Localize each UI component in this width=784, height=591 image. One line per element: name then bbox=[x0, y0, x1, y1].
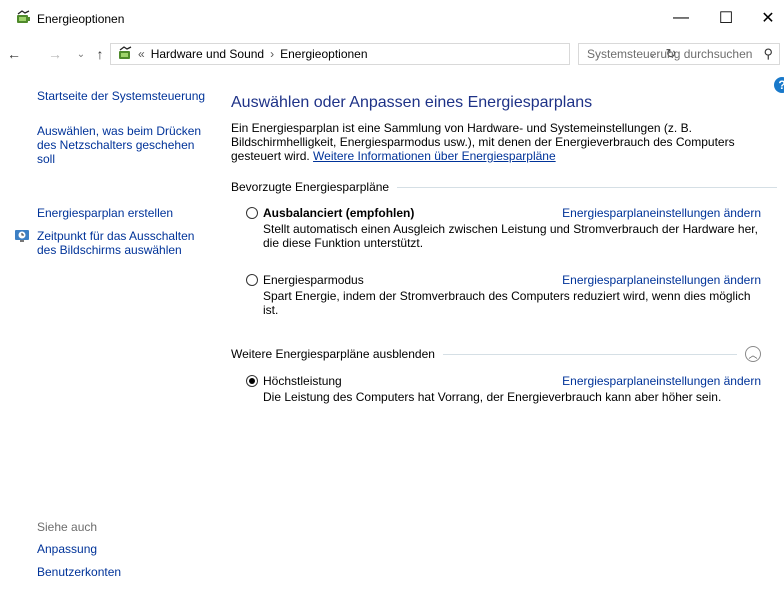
plan-power-saver-name[interactable]: Energiesparmodus bbox=[263, 273, 364, 287]
plan-balanced-description: Stellt automatisch einen Ausgleich zwisc… bbox=[263, 222, 758, 250]
power-options-icon bbox=[17, 10, 30, 23]
plan-power-saver-description: Spart Energie, indem der Stromverbrauch … bbox=[263, 289, 751, 317]
preferred-plans-header: Bevorzugte Energiesparpläne bbox=[231, 180, 777, 194]
breadcrumb-hardware-sound[interactable]: Hardware und Sound bbox=[151, 47, 264, 61]
plan-high-performance-settings-link[interactable]: Energiesparplaneinstellungen ändern bbox=[562, 374, 761, 388]
recent-locations-chevron-icon[interactable]: ⌄ bbox=[72, 44, 90, 64]
more-plans-header: Weitere Energiesparpläne ausblenden ︿ bbox=[231, 346, 761, 362]
up-button[interactable]: ↑ bbox=[91, 44, 109, 64]
back-button[interactable]: ← bbox=[5, 44, 23, 64]
plan-power-saver-radio[interactable] bbox=[246, 274, 258, 286]
plan-high-performance-description: Die Leistung des Computers hat Vorrang, … bbox=[263, 390, 722, 404]
sidebar-link-power-button[interactable]: Auswählen, was beim Drücken des Netzscha… bbox=[37, 124, 209, 166]
breadcrumb-overflow[interactable]: « bbox=[138, 47, 145, 61]
forward-button[interactable]: → bbox=[46, 44, 64, 64]
more-plans-label[interactable]: Weitere Energiesparpläne ausblenden bbox=[231, 347, 435, 361]
see-also-heading: Siehe auch bbox=[37, 520, 98, 534]
sidebar-link-user-accounts[interactable]: Benutzerkonten bbox=[37, 565, 207, 579]
preferred-plans-label: Bevorzugte Energiesparpläne bbox=[231, 180, 390, 194]
title-bar: Energieoptionen — ☐ ✕ bbox=[0, 0, 784, 36]
search-box[interactable]: ⚲ bbox=[578, 43, 780, 65]
maximize-button[interactable]: ☐ bbox=[703, 6, 749, 30]
sidebar-link-create-plan[interactable]: Energiesparplan erstellen bbox=[37, 206, 207, 220]
collapse-chevron-up-icon[interactable]: ︿ bbox=[745, 346, 761, 362]
window-title: Energieoptionen bbox=[37, 12, 125, 26]
plan-balanced-settings-link[interactable]: Energiesparplaneinstellungen ändern bbox=[562, 206, 761, 220]
more-info-link[interactable]: Weitere Informationen über Energiesparpl… bbox=[313, 149, 556, 163]
search-icon[interactable]: ⚲ bbox=[763, 46, 773, 62]
sidebar: Startseite der Systemsteuerung Auswählen… bbox=[0, 80, 215, 591]
control-panel-icon bbox=[119, 46, 132, 59]
address-bar: ← → ⌄ ↑ « Hardware und Sound › Energieop… bbox=[0, 40, 784, 68]
sidebar-link-display-off[interactable]: Zeitpunkt für das Ausschalten des Bildsc… bbox=[37, 229, 209, 257]
header-divider bbox=[442, 353, 737, 355]
plan-high-performance-radio[interactable] bbox=[246, 375, 258, 387]
minimize-button[interactable]: — bbox=[658, 6, 704, 30]
intro-text: Ein Energiesparplan ist eine Sammlung vo… bbox=[231, 121, 783, 163]
sidebar-link-home[interactable]: Startseite der Systemsteuerung bbox=[37, 89, 207, 103]
address-field[interactable]: « Hardware und Sound › Energieoptionen ⌄… bbox=[110, 43, 676, 65]
close-button[interactable]: ✕ bbox=[745, 6, 784, 30]
help-icon[interactable]: ? bbox=[774, 77, 784, 93]
search-input[interactable] bbox=[579, 44, 763, 64]
sidebar-link-personalization[interactable]: Anpassung bbox=[37, 542, 207, 556]
plan-high-performance-name[interactable]: Höchstleistung bbox=[263, 374, 342, 388]
header-divider bbox=[397, 186, 777, 188]
plan-balanced-radio[interactable] bbox=[246, 207, 258, 219]
plan-power-saver-settings-link[interactable]: Energiesparplaneinstellungen ändern bbox=[562, 273, 761, 287]
page-title: Auswählen oder Anpassen eines Energiespa… bbox=[231, 94, 593, 111]
breadcrumb: « Hardware und Sound › Energieoptionen bbox=[138, 47, 368, 61]
breadcrumb-power-options[interactable]: Energieoptionen bbox=[280, 47, 367, 61]
display-clock-icon bbox=[15, 230, 29, 242]
breadcrumb-separator[interactable]: › bbox=[270, 47, 274, 61]
plan-balanced-name[interactable]: Ausbalanciert (empfohlen) bbox=[263, 206, 414, 220]
